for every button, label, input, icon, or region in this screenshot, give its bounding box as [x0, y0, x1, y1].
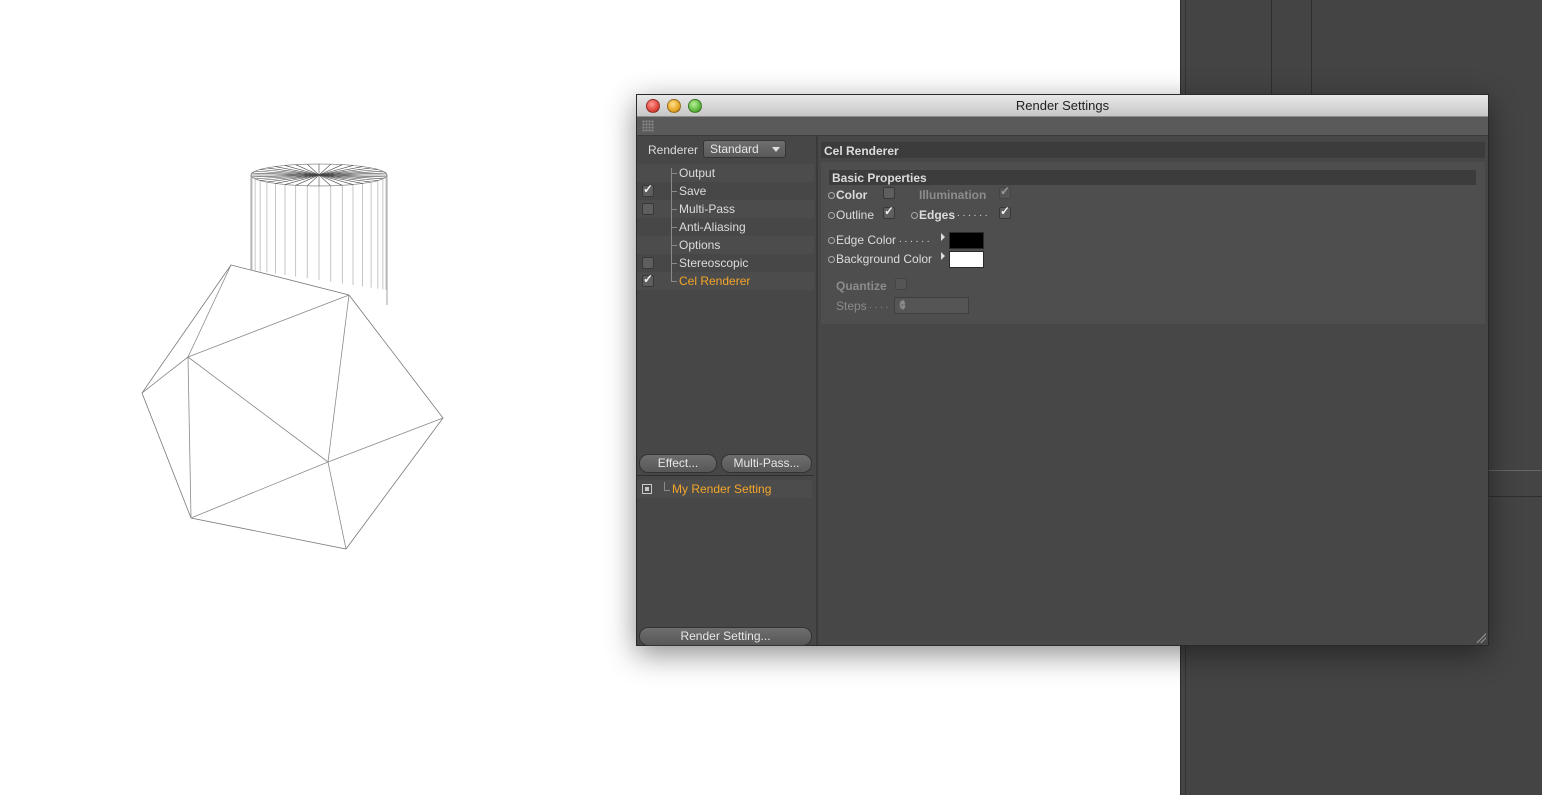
- window-title: Render Settings: [1015, 98, 1110, 113]
- tree-item-checkbox[interactable]: [642, 203, 654, 215]
- renderer-row: Renderer Standard: [637, 140, 816, 160]
- edge-color-expand-icon[interactable]: [941, 233, 945, 241]
- tree-item-save[interactable]: Save: [637, 182, 814, 200]
- render-setting-label: My Render Setting: [672, 482, 772, 496]
- title-bar[interactable]: Render Settings: [637, 95, 1488, 117]
- edges-dots: . . . . . .: [957, 208, 988, 219]
- tree-item-label: Output: [679, 166, 716, 180]
- tree-item-cel-renderer[interactable]: Cel Renderer: [637, 272, 814, 290]
- icosahedron-outline: [141, 264, 444, 550]
- tree-item-label: Stereoscopic: [679, 256, 749, 270]
- tree-item-options[interactable]: Options: [637, 236, 814, 254]
- outline-keyframe-icon[interactable]: [828, 212, 835, 219]
- outline-checkbox[interactable]: [883, 204, 895, 219]
- edges-keyframe-icon[interactable]: [911, 212, 918, 219]
- steps-dots: . . . .: [869, 300, 889, 311]
- render-setting-item[interactable]: My Render Setting: [637, 480, 812, 498]
- edges-label: Edges: [919, 208, 956, 222]
- tree-item-anti-aliasing[interactable]: Anti-Aliasing: [637, 218, 814, 236]
- color-label: Color: [836, 188, 868, 202]
- color-keyframe-icon[interactable]: [828, 192, 835, 199]
- render-settings-window[interactable]: Render Settings Renderer Standard Output…: [636, 94, 1489, 646]
- edge-color-swatch[interactable]: [949, 232, 984, 249]
- tree-item-checkbox[interactable]: [642, 182, 654, 197]
- section-header: Cel Renderer: [821, 142, 1485, 158]
- quantize-label: Quantize: [836, 279, 887, 293]
- section-title: Cel Renderer: [824, 144, 899, 158]
- tree-item-checkbox[interactable]: [642, 257, 654, 269]
- renderer-value: Standard: [710, 142, 759, 156]
- render-setting-button[interactable]: Render Setting...: [639, 627, 812, 646]
- quantize-checkbox[interactable]: [895, 278, 907, 290]
- tree-item-checkbox[interactable]: [642, 272, 654, 287]
- illumination-checkbox[interactable]: [999, 184, 1011, 199]
- multi-pass-button[interactable]: Multi-Pass...: [721, 454, 812, 473]
- background-color-swatch[interactable]: [949, 251, 984, 268]
- settings-tree: Output Save Multi-Pass Anti-Aliasing Options…: [637, 164, 814, 290]
- grip-icon[interactable]: [642, 120, 654, 132]
- tree-item-label: Multi-Pass: [679, 202, 736, 216]
- tree-item-label: Save: [679, 184, 707, 198]
- tool-strip: [637, 117, 1488, 136]
- background-color-keyframe-icon[interactable]: [828, 256, 835, 263]
- edge-color-keyframe-icon[interactable]: [828, 237, 835, 244]
- resize-grip-icon[interactable]: [1476, 633, 1486, 643]
- divider: [637, 475, 814, 476]
- tree-item-stereoscopic[interactable]: Stereoscopic: [637, 254, 814, 272]
- color-checkbox[interactable]: [883, 187, 895, 199]
- tree-item-label: Anti-Aliasing: [679, 220, 746, 234]
- stepper-arrows-icon[interactable]: ▲ ▼: [899, 298, 965, 312]
- tree-item-label: Options: [679, 238, 721, 252]
- tree-item-output[interactable]: Output: [637, 164, 814, 182]
- edge-color-dots: . . . . . .: [899, 234, 930, 245]
- edge-color-label: Edge Color: [836, 233, 897, 247]
- settings-content: Cel Renderer Basic Properties Color Illu…: [818, 136, 1488, 645]
- effect-button[interactable]: Effect...: [639, 454, 717, 473]
- renderer-dropdown[interactable]: Standard: [703, 140, 786, 158]
- illumination-label: Illumination: [919, 188, 987, 202]
- steps-label: Steps: [836, 299, 867, 313]
- properties-panel: Basic Properties Color Illumination Outl…: [821, 162, 1485, 324]
- steps-input[interactable]: 6 ▲ ▼: [894, 297, 969, 314]
- renderer-label: Renderer: [648, 143, 699, 157]
- group-title: Basic Properties: [832, 171, 927, 185]
- render-setting-icon: [642, 484, 652, 494]
- background-color-expand-icon[interactable]: [941, 252, 945, 260]
- outline-label: Outline: [836, 208, 875, 222]
- tree-item-label: Cel Renderer: [679, 274, 751, 288]
- chevron-down-icon: [772, 147, 780, 152]
- group-header[interactable]: Basic Properties: [829, 170, 1476, 185]
- edges-checkbox[interactable]: [999, 204, 1011, 219]
- tree-item-multi-pass[interactable]: Multi-Pass: [637, 200, 814, 218]
- settings-sidebar: Renderer Standard Output Save Multi-Pass An…: [637, 136, 818, 646]
- background-color-label: Background Color: [836, 252, 933, 266]
